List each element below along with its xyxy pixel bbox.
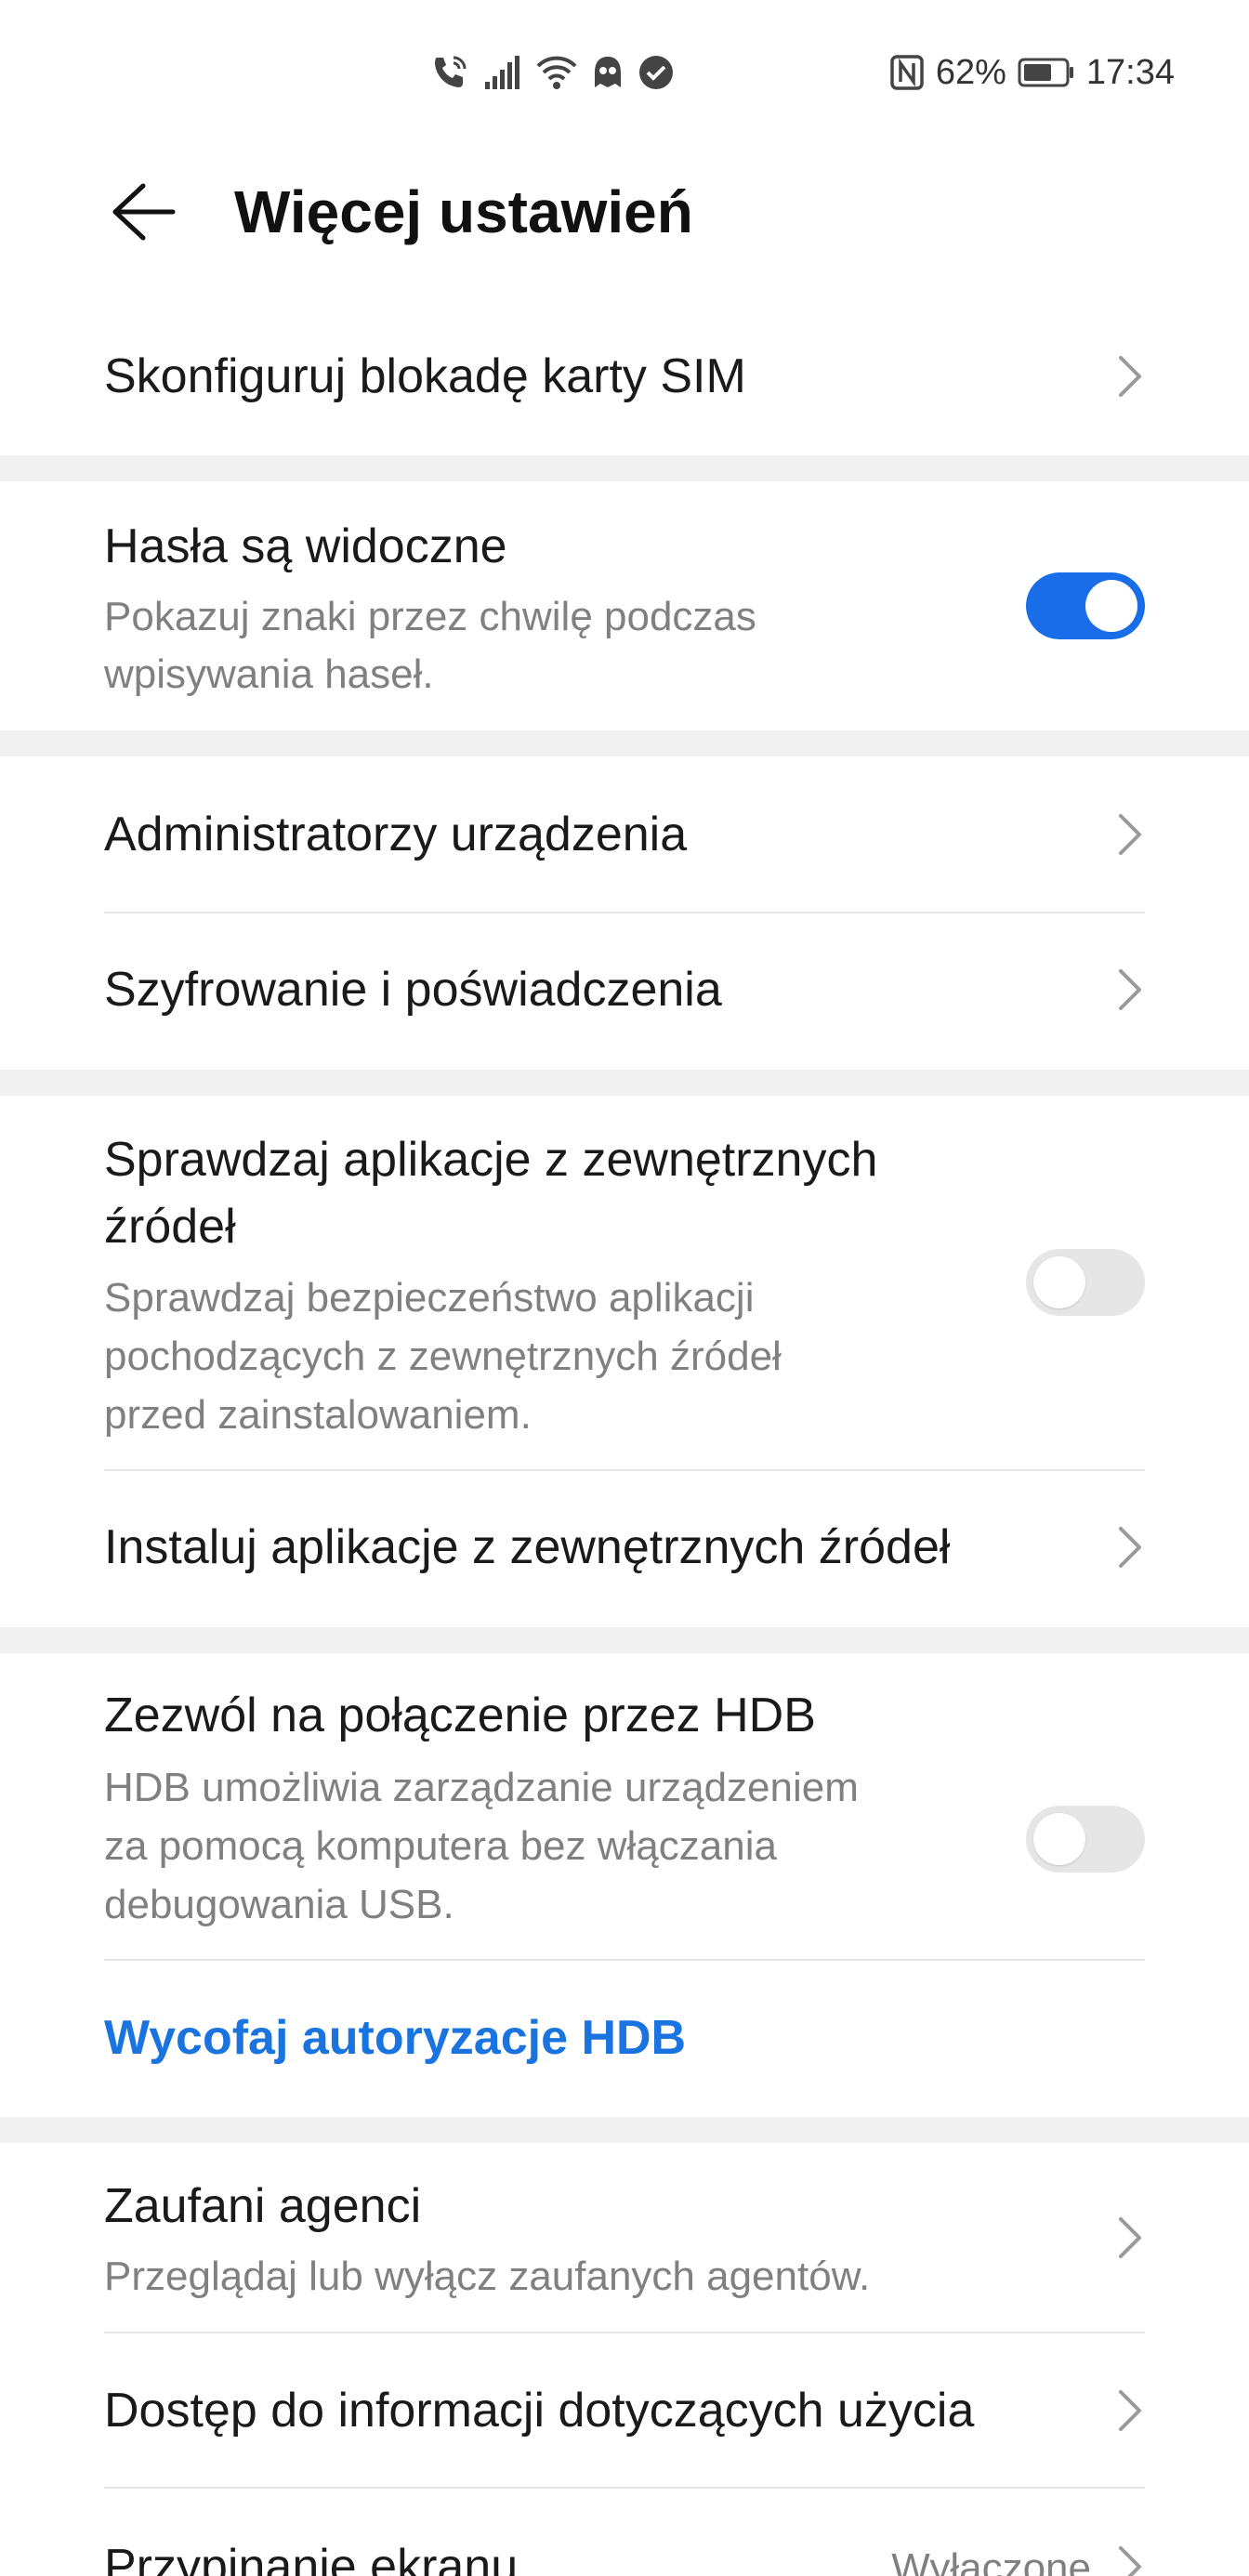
setting-subtitle-line: debugowania USB. — [104, 1882, 454, 1927]
setting-title: Zezwól na połączenie przez HDB — [104, 1689, 816, 1742]
passwords-visible-toggle[interactable] — [1026, 572, 1145, 639]
setting-title: Administratorzy urządzenia — [104, 808, 688, 861]
setting-title-line: Sprawdzaj aplikacje z zewnętrznych — [104, 1133, 878, 1187]
setting-title: Dostęp do informacji dotyczących użycia — [104, 2384, 975, 2438]
setting-subtitle-line: Sprawdzaj bezpieczeństwo aplikacji — [104, 1275, 755, 1321]
signal-icon — [483, 54, 522, 91]
chevron-right-icon — [1115, 964, 1145, 1016]
setting-subtitle-line: pochodzących z zewnętrznych źródeł — [104, 1334, 782, 1379]
setting-subtitle-line: przed zainstalowaniem. — [104, 1392, 532, 1438]
setting-subtitle-line: Pokazuj znaki przez chwilę podczas — [104, 594, 756, 639]
status-icons-right: 62% 17:34 — [889, 48, 1175, 97]
status-icons-left — [429, 48, 675, 97]
setting-title-line: źródeł — [104, 1200, 236, 1254]
wifi-calling-icon — [429, 52, 470, 93]
revoke-hdb-row: Wycofaj autoryzacje HDB — [0, 1961, 1249, 2117]
app-bar: Więcej ustawień — [0, 145, 1249, 279]
setting-title: Instaluj aplikacje z zewnętrznych źródeł — [104, 1520, 951, 1574]
back-button[interactable] — [97, 169, 186, 258]
setting-hdb-connection[interactable]: Zezwól na połączenie przez HDB HDB umożl… — [0, 1653, 1249, 1960]
section-divider — [0, 2117, 1249, 2143]
setting-title: Przypinanie ekranu — [104, 2540, 519, 2576]
chevron-right-icon — [1115, 2385, 1145, 2437]
revoke-hdb-link[interactable]: Wycofaj autoryzacje HDB — [104, 2004, 686, 2071]
check-circle-icon — [638, 54, 675, 91]
back-arrow-icon — [106, 182, 177, 246]
battery-percent: 62% — [935, 52, 1006, 92]
setting-sim-lock[interactable]: Skonfiguruj blokadę karty SIM — [0, 297, 1249, 455]
section-divider — [0, 455, 1249, 481]
section-divider — [0, 1627, 1249, 1653]
nfc-icon — [889, 54, 925, 91]
setting-title: Szyfrowanie i poświadczenia — [104, 963, 722, 1017]
toggle-knob — [1085, 580, 1137, 632]
chevron-right-icon — [1115, 350, 1145, 402]
toggle-knob — [1033, 1256, 1085, 1308]
setting-title: Skonfiguruj blokadę karty SIM — [104, 349, 746, 403]
setting-check-external-apps[interactable]: Sprawdzaj aplikacje z zewnętrznych źróde… — [0, 1096, 1249, 1470]
battery-icon — [1018, 56, 1075, 89]
chevron-right-icon — [1115, 2212, 1145, 2264]
ghost-app-icon — [591, 54, 624, 91]
page-title: Więcej ustawień — [234, 178, 693, 245]
check-external-apps-toggle[interactable] — [1026, 1249, 1145, 1316]
setting-subtitle-line: za pomocą komputera bez włączania — [104, 1823, 777, 1869]
setting-subtitle: Przeglądaj lub wyłącz zaufanych agentów. — [104, 2254, 871, 2299]
setting-device-admins[interactable]: Administratorzy urządzenia — [0, 756, 1249, 913]
setting-subtitle-line: HDB umożliwia zarządzanie urządzeniem — [104, 1765, 859, 1810]
setting-encryption-credentials[interactable]: Szyfrowanie i poświadczenia — [0, 913, 1249, 1070]
setting-passwords-visible[interactable]: Hasła są widoczne Pokazuj znaki przez ch… — [0, 481, 1249, 730]
clock: 17:34 — [1085, 52, 1175, 92]
toggle-knob — [1033, 1813, 1085, 1865]
status-bar: 62% 17:34 — [0, 0, 1249, 145]
setting-title: Hasła są widoczne — [104, 519, 507, 573]
wifi-icon — [535, 54, 578, 91]
setting-title: Zaufani agenci — [104, 2179, 422, 2233]
section-divider — [0, 730, 1249, 756]
setting-install-external-apps[interactable]: Instaluj aplikacje z zewnętrznych źródeł — [0, 1471, 1249, 1627]
setting-value: Wyłączone — [891, 2545, 1091, 2576]
chevron-right-icon — [1115, 2541, 1145, 2576]
section-divider — [0, 1070, 1249, 1096]
chevron-right-icon — [1115, 808, 1145, 861]
setting-trusted-agents[interactable]: Zaufani agenci Przeglądaj lub wyłącz zau… — [0, 2143, 1249, 2333]
setting-subtitle-line: wpisywania haseł. — [104, 651, 434, 697]
hdb-toggle[interactable] — [1026, 1806, 1145, 1873]
chevron-right-icon — [1115, 1521, 1145, 1573]
setting-screen-pinning[interactable]: Przypinanie ekranu Wyłączone — [0, 2489, 1249, 2576]
setting-usage-access[interactable]: Dostęp do informacji dotyczących użycia — [0, 2333, 1249, 2488]
